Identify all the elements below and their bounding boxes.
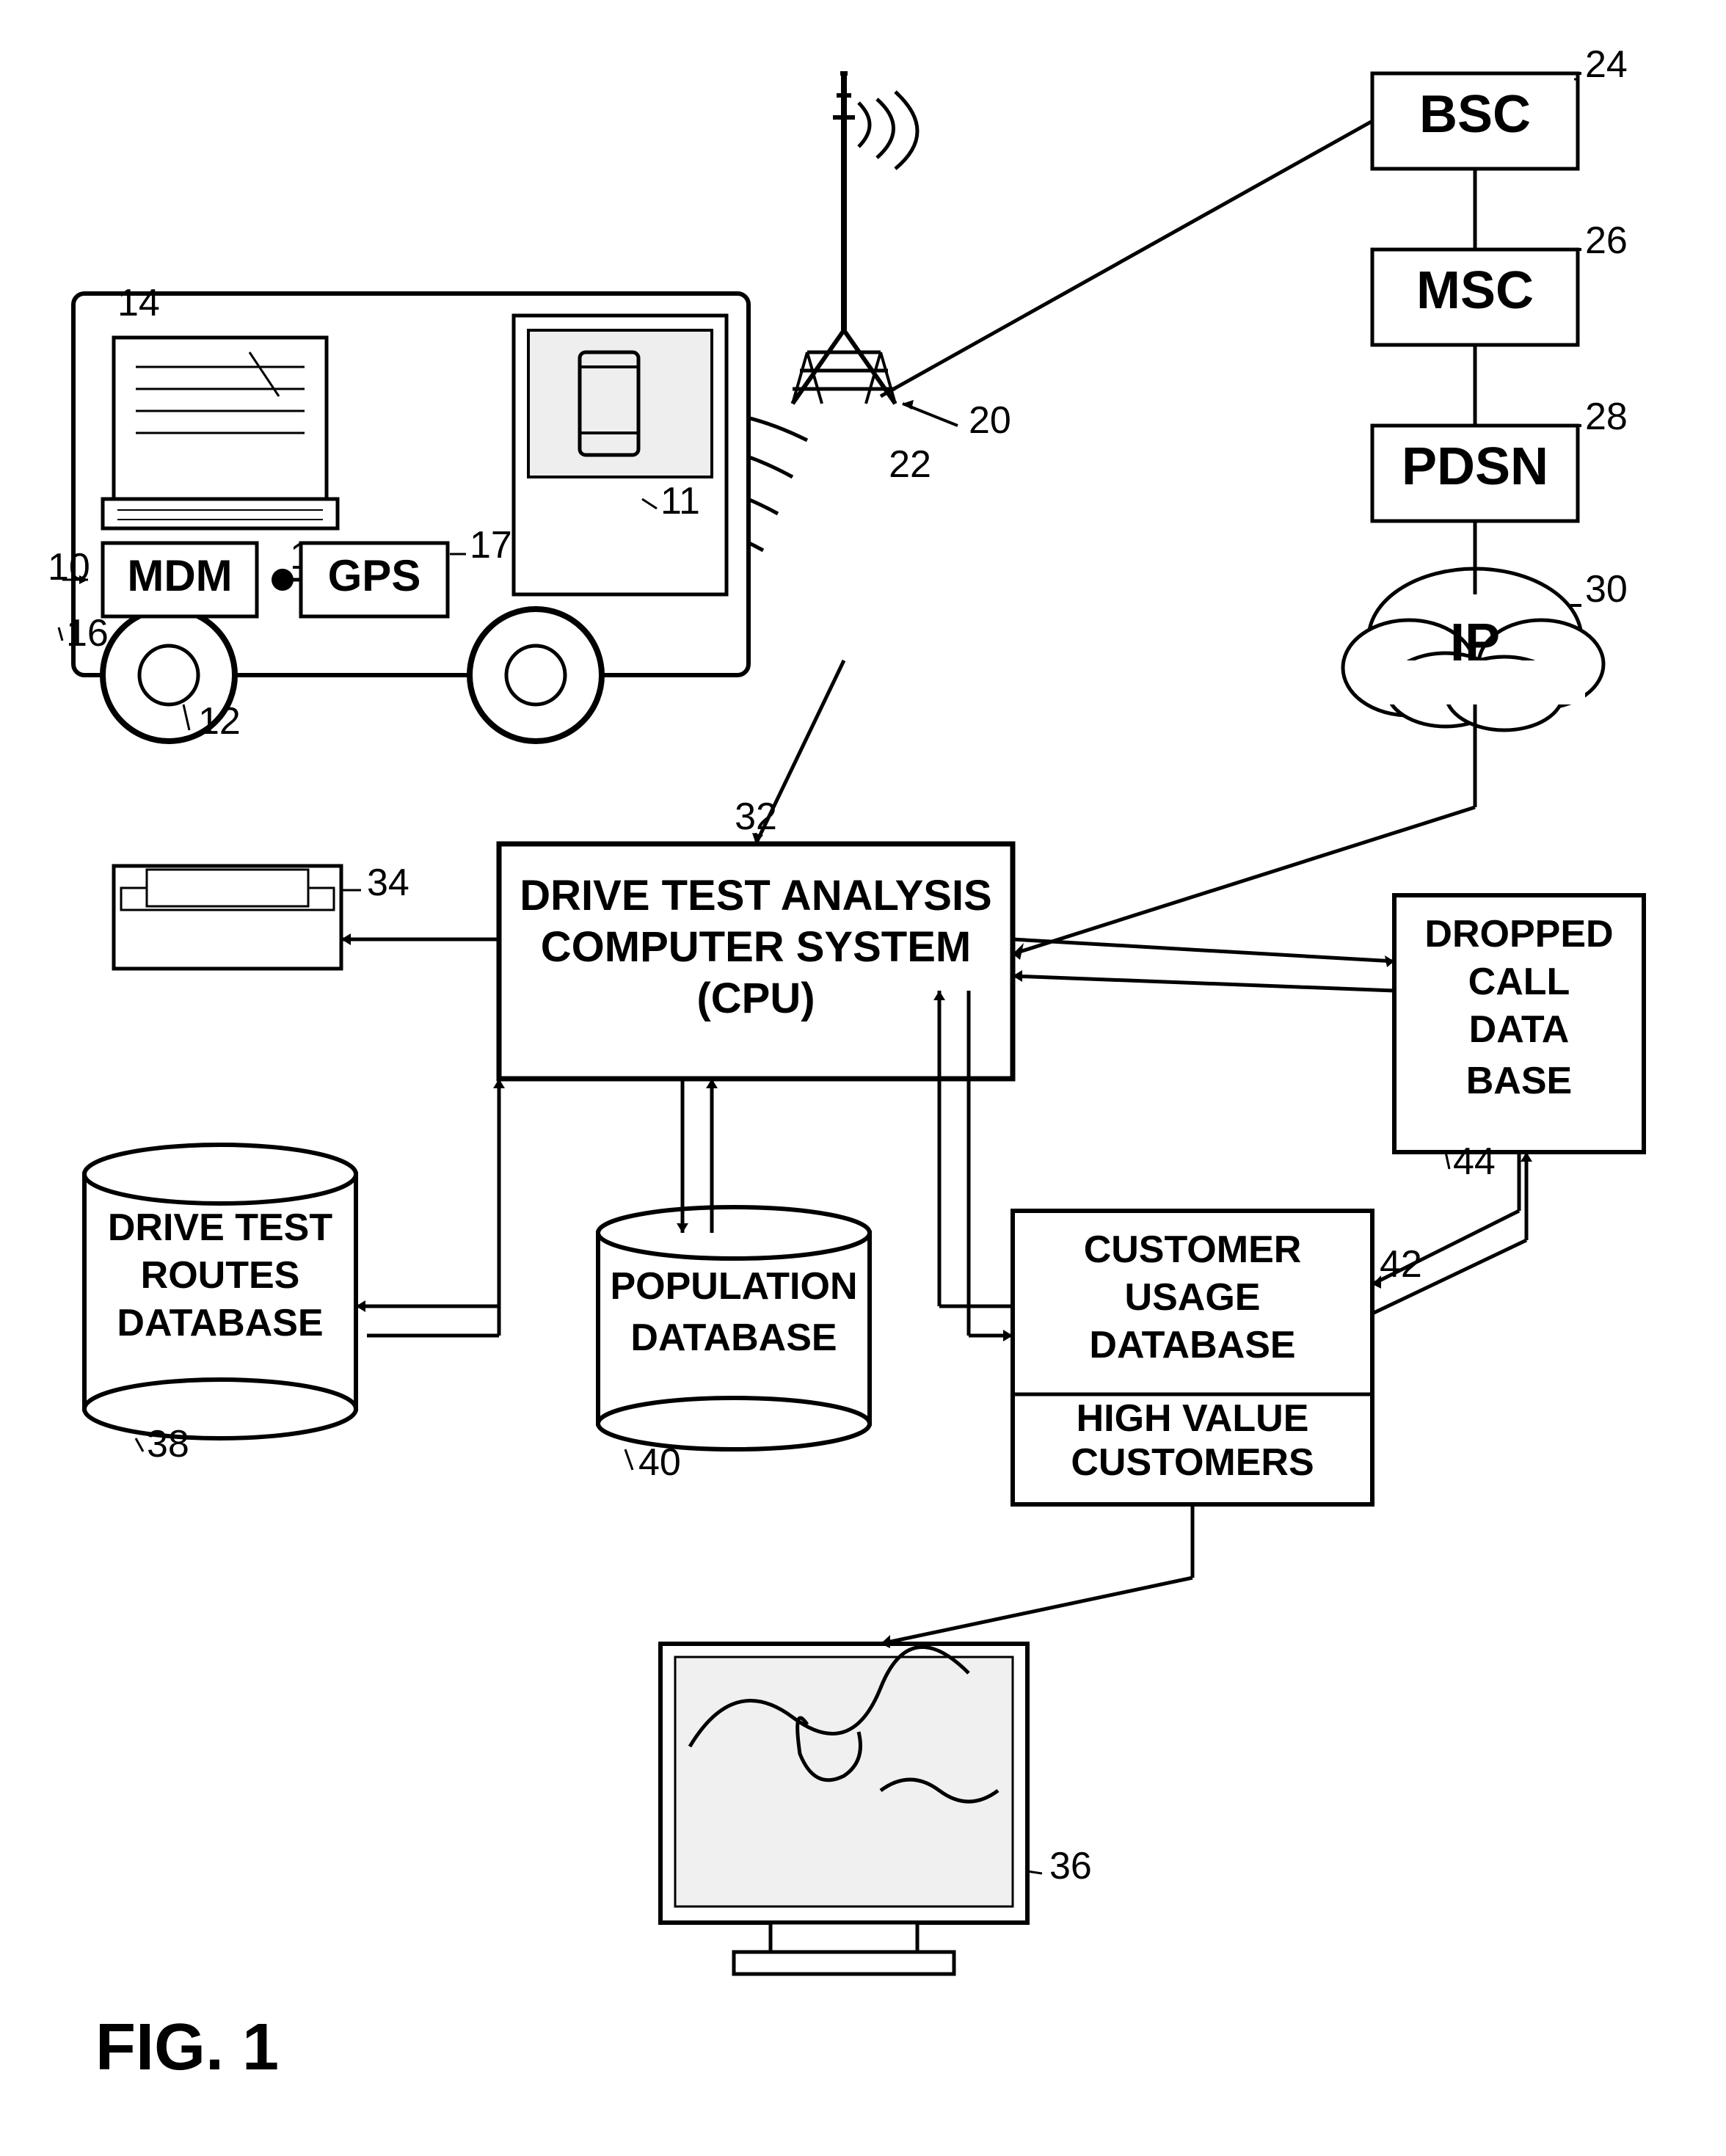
svg-text:17: 17 [470,524,512,567]
svg-text:CUSTOMER: CUSTOMER [1084,1228,1302,1271]
svg-text:38: 38 [147,1423,189,1465]
svg-text:DATABASE: DATABASE [117,1302,323,1344]
svg-text:IP: IP [1450,613,1500,672]
svg-text:DATABASE: DATABASE [630,1316,837,1359]
svg-text:40: 40 [638,1441,681,1484]
svg-text:14: 14 [117,282,160,324]
svg-text:CALL: CALL [1468,961,1570,1003]
svg-text:GPS: GPS [328,551,421,600]
svg-text:ROUTES: ROUTES [141,1254,300,1297]
fig-label: FIG. 1 [95,2011,279,2084]
svg-text:MSC: MSC [1416,261,1534,320]
svg-text:DROPPED: DROPPED [1424,913,1613,955]
svg-text:CUSTOMERS: CUSTOMERS [1071,1441,1314,1484]
svg-text:12: 12 [198,700,241,743]
svg-text:COMPUTER SYSTEM: COMPUTER SYSTEM [541,923,972,971]
svg-text:34: 34 [367,862,409,904]
svg-text:USAGE: USAGE [1125,1276,1261,1319]
svg-text:BASE: BASE [1466,1060,1572,1102]
svg-text:POPULATION: POPULATION [610,1265,857,1308]
svg-text:(CPU): (CPU) [696,975,815,1022]
svg-text:10: 10 [48,546,90,589]
svg-text:DRIVE TEST: DRIVE TEST [108,1206,332,1249]
svg-text:22: 22 [889,443,931,486]
svg-text:16: 16 [66,612,109,655]
svg-text:DRIVE TEST ANALYSIS: DRIVE TEST ANALYSIS [520,872,992,919]
main-diagram: BSC 24 MSC 26 PDSN 28 IP 30 [0,0,1726,2156]
svg-text:26: 26 [1585,219,1628,262]
svg-text:44: 44 [1453,1140,1496,1183]
svg-text:11: 11 [660,480,700,522]
svg-text:30: 30 [1585,568,1628,611]
svg-text:28: 28 [1585,396,1628,438]
svg-text:BSC: BSC [1419,85,1531,144]
svg-text:20: 20 [969,399,1011,442]
svg-text:PDSN: PDSN [1402,437,1548,496]
svg-text:MDM: MDM [127,551,232,600]
svg-text:DATA: DATA [1469,1008,1570,1051]
svg-text:36: 36 [1049,1845,1092,1887]
svg-text:HIGH VALUE: HIGH VALUE [1077,1397,1309,1440]
svg-text:24: 24 [1585,43,1628,86]
svg-text:DATABASE: DATABASE [1089,1324,1295,1366]
diagram-container: BSC 24 MSC 26 PDSN 28 IP 30 [0,0,1726,2156]
